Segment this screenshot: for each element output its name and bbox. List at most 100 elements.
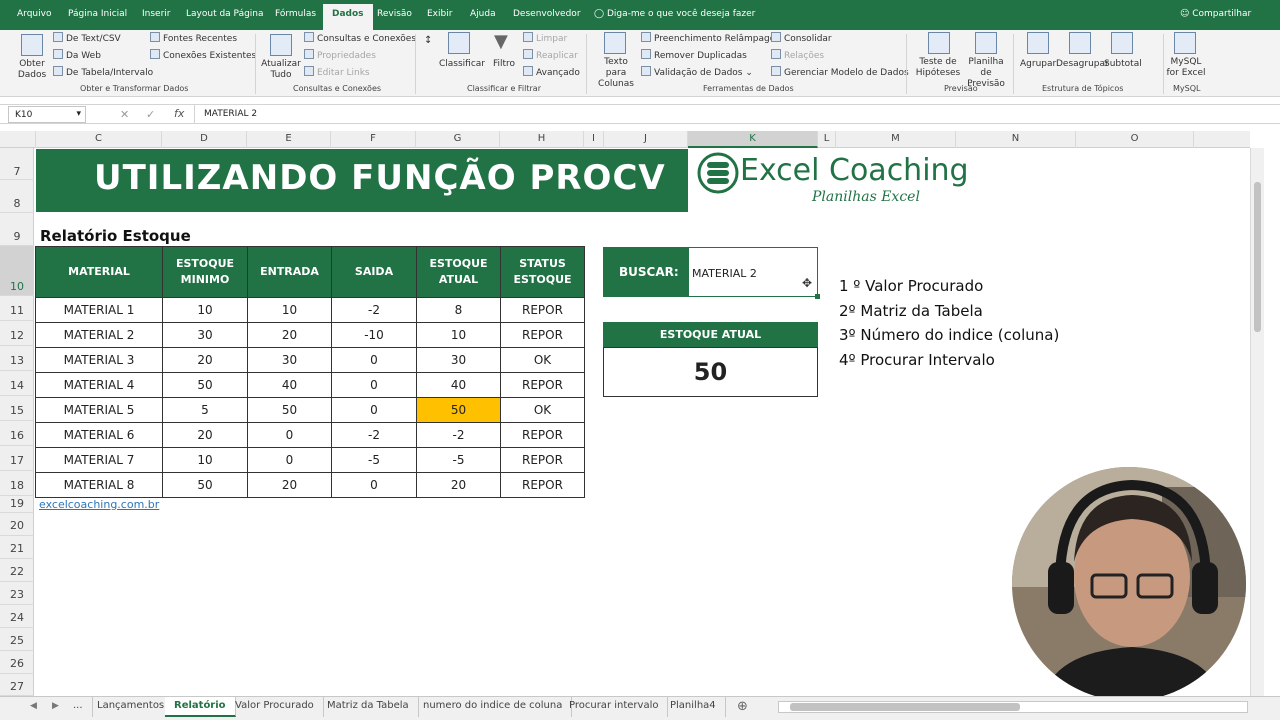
- cell[interactable]: 20: [247, 322, 332, 348]
- consultas-conexoes-button[interactable]: Consultas e Conexões: [304, 32, 416, 45]
- header-saida[interactable]: SAIDA: [331, 246, 417, 298]
- sort-az-icon[interactable]: ↕: [424, 35, 432, 46]
- cell[interactable]: REPOR: [500, 447, 585, 473]
- column-header[interactable]: C: [36, 131, 162, 148]
- cell[interactable]: 50: [162, 372, 248, 398]
- propriedades-button[interactable]: Propriedades: [304, 49, 376, 62]
- mysql-for-excel-button[interactable]: MySQL for Excel: [1166, 57, 1206, 79]
- header-estoque-minimo[interactable]: ESTOQUE MINIMO: [162, 246, 248, 298]
- row-header[interactable]: 13: [0, 346, 34, 371]
- cell[interactable]: 50: [247, 397, 332, 423]
- fontes-recentes-button[interactable]: Fontes Recentes: [150, 32, 237, 45]
- buscar-input[interactable]: MATERIAL 2 ✥: [689, 247, 820, 299]
- cell[interactable]: MATERIAL 2: [35, 322, 163, 348]
- row-header[interactable]: 8: [0, 180, 34, 213]
- tab-dados[interactable]: Dados: [323, 4, 373, 30]
- tab-formulas[interactable]: Fórmulas: [275, 9, 316, 19]
- cell[interactable]: MATERIAL 3: [35, 347, 163, 373]
- tab-revisao[interactable]: Revisão: [377, 9, 412, 19]
- fill-handle[interactable]: [815, 294, 820, 299]
- row-header[interactable]: 26: [0, 651, 34, 674]
- cell[interactable]: MATERIAL 4: [35, 372, 163, 398]
- sheet-tab-numero-indice[interactable]: numero do indice de coluna: [414, 697, 573, 717]
- sheet-tab-matriz-tabela[interactable]: Matriz da Tabela: [318, 697, 419, 717]
- cell[interactable]: 8: [416, 297, 501, 323]
- teste-hipoteses-button[interactable]: Teste de Hipóteses: [912, 57, 964, 79]
- tab-exibir[interactable]: Exibir: [427, 9, 452, 19]
- filtro-button[interactable]: Filtro: [493, 59, 515, 70]
- cell[interactable]: 5: [162, 397, 248, 423]
- sheet-tab-procurar-intervalo[interactable]: Procurar intervalo: [560, 697, 669, 717]
- reaplicar-button[interactable]: Reaplicar: [523, 49, 578, 62]
- row-header[interactable]: 17: [0, 446, 34, 471]
- cell[interactable]: -5: [331, 447, 417, 473]
- cell[interactable]: 0: [331, 472, 417, 498]
- cell[interactable]: 30: [247, 347, 332, 373]
- cell[interactable]: MATERIAL 7: [35, 447, 163, 473]
- cell-highlighted[interactable]: 50: [416, 397, 501, 423]
- scroll-left-icon[interactable]: ◀: [30, 701, 37, 711]
- sheet-tab-relatorio[interactable]: Relatório: [165, 697, 236, 717]
- column-header-selected[interactable]: K: [688, 131, 818, 148]
- formula-input[interactable]: MATERIAL 2: [204, 109, 257, 119]
- cell[interactable]: MATERIAL 5: [35, 397, 163, 423]
- obter-dados-button[interactable]: Obter Dados: [14, 59, 50, 81]
- sheet-tab-lancamentos[interactable]: Lançamentos: [88, 697, 175, 717]
- cell[interactable]: 20: [247, 472, 332, 498]
- tab-layout[interactable]: Layout da Página: [186, 9, 264, 19]
- cell[interactable]: REPOR: [500, 472, 585, 498]
- cell[interactable]: 40: [247, 372, 332, 398]
- desagrupar-button[interactable]: Desagrupar: [1056, 59, 1109, 70]
- row-header[interactable]: 27: [0, 674, 34, 696]
- cell[interactable]: REPOR: [500, 372, 585, 398]
- remover-duplicadas-button[interactable]: Remover Duplicadas: [641, 49, 747, 62]
- row-header[interactable]: 19: [0, 496, 34, 513]
- cell[interactable]: 0: [331, 347, 417, 373]
- avancado-button[interactable]: Avançado: [523, 66, 580, 79]
- select-all-corner[interactable]: [0, 131, 36, 148]
- cancel-icon[interactable]: ✕: [120, 108, 129, 121]
- header-estoque-atual[interactable]: ESTOQUE ATUAL: [416, 246, 501, 298]
- cell[interactable]: REPOR: [500, 297, 585, 323]
- tabela-intervalo-button[interactable]: De Tabela/Intervalo: [53, 66, 153, 79]
- row-header[interactable]: 14: [0, 371, 34, 396]
- cell[interactable]: 10: [247, 297, 332, 323]
- column-header[interactable]: E: [247, 131, 331, 148]
- row-header[interactable]: 21: [0, 536, 34, 559]
- cell[interactable]: -10: [331, 322, 417, 348]
- cell[interactable]: -5: [416, 447, 501, 473]
- column-header[interactable]: D: [162, 131, 247, 148]
- preenchimento-relampago-button[interactable]: Preenchimento Relâmpago: [641, 32, 775, 45]
- cell[interactable]: 20: [162, 347, 248, 373]
- horizontal-scroll-thumb[interactable]: [790, 703, 1020, 711]
- atualizar-tudo-button[interactable]: Atualizar Tudo: [261, 59, 301, 81]
- confirm-icon[interactable]: ✓: [146, 108, 155, 121]
- cell[interactable]: -2: [331, 297, 417, 323]
- validacao-dados-button[interactable]: Validação de Dados ⌄: [641, 66, 753, 79]
- column-header[interactable]: G: [416, 131, 500, 148]
- column-header[interactable]: N: [956, 131, 1076, 148]
- insert-function-icon[interactable]: fx: [174, 107, 184, 120]
- name-box[interactable]: K10 ▾: [8, 106, 86, 123]
- column-header[interactable]: I: [584, 131, 604, 148]
- cell[interactable]: 30: [416, 347, 501, 373]
- sheet-tab-valor-procurado[interactable]: Valor Procurado: [226, 697, 324, 717]
- column-header[interactable]: F: [331, 131, 416, 148]
- cell[interactable]: REPOR: [500, 422, 585, 448]
- cell[interactable]: MATERIAL 6: [35, 422, 163, 448]
- editar-links-button[interactable]: Editar Links: [304, 66, 370, 79]
- header-material[interactable]: MATERIAL: [35, 246, 163, 298]
- tab-desenvolvedor[interactable]: Desenvolvedor: [513, 9, 581, 19]
- limpar-button[interactable]: Limpar: [523, 32, 567, 45]
- relacoes-button[interactable]: Relações: [771, 49, 824, 62]
- row-header[interactable]: 7: [0, 148, 34, 180]
- row-header[interactable]: 18: [0, 471, 34, 496]
- subtotal-button[interactable]: Subtotal: [1104, 59, 1142, 70]
- cell[interactable]: REPOR: [500, 322, 585, 348]
- cell[interactable]: -2: [331, 422, 417, 448]
- website-link[interactable]: excelcoaching.com.br: [39, 498, 159, 511]
- row-header[interactable]: 16: [0, 421, 34, 446]
- row-header[interactable]: 24: [0, 605, 34, 628]
- cell[interactable]: 10: [162, 447, 248, 473]
- cell[interactable]: 20: [416, 472, 501, 498]
